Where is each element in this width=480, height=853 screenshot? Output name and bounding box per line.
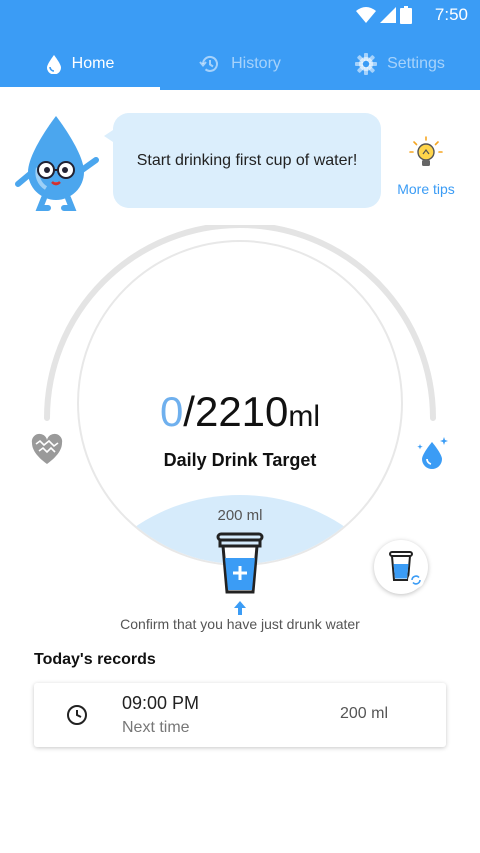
gear-icon (355, 53, 378, 75)
more-tips-button[interactable]: More tips (392, 136, 460, 197)
lightbulb-icon (409, 136, 443, 166)
water-drop-mascot (15, 116, 99, 211)
target-amount: 2210 (194, 388, 289, 435)
tip-message: Start drinking first cup of water! (136, 152, 358, 169)
more-tips-label: More tips (397, 181, 455, 197)
status-bar: 7:50 (0, 0, 480, 32)
status-time: 7:50 (434, 5, 468, 24)
tab-bar: Home History Settings (0, 38, 480, 90)
daily-target-label: Daily Drink Target (163, 450, 317, 470)
tab-settings-label: Settings (387, 55, 445, 72)
tab-history-label: History (231, 55, 281, 72)
tab-home[interactable]: Home (0, 38, 160, 90)
tab-home-label: Home (71, 55, 115, 72)
wifi-icon (356, 7, 376, 23)
cup-amount: 200 ml (217, 507, 263, 524)
tip-speech-bubble: Start drinking first cup of water! (113, 113, 381, 208)
record-note: Next time (122, 719, 190, 736)
history-icon (199, 55, 219, 72)
signal-icon (380, 7, 396, 23)
progress-readout: 0/2210ml (0, 388, 480, 436)
current-intake: 0 (159, 388, 184, 435)
switch-cup-button[interactable] (374, 540, 428, 594)
drink-cup-button[interactable] (214, 530, 266, 596)
app-bar: 7:50 Home History Settings (0, 0, 480, 90)
records-title: Today's records (34, 651, 156, 668)
record-card[interactable]: 09:00 PM Next time 200 ml (34, 683, 446, 747)
battery-icon (400, 6, 412, 24)
tab-history[interactable]: History (160, 38, 320, 90)
confirm-hint: Confirm that you have just drunk water (120, 616, 360, 632)
progress-unit: ml (288, 400, 321, 433)
cup-icon (389, 551, 424, 588)
record-amount: 200 ml (339, 705, 388, 722)
arrow-up-icon (234, 601, 246, 615)
water-drop-icon (46, 55, 61, 74)
clock-icon (67, 705, 87, 725)
progress-separator: / (183, 388, 195, 435)
tab-settings[interactable]: Settings (320, 38, 480, 90)
record-time: 09:00 PM (122, 693, 200, 713)
active-tab-indicator (0, 87, 160, 90)
status-icons (356, 6, 412, 24)
